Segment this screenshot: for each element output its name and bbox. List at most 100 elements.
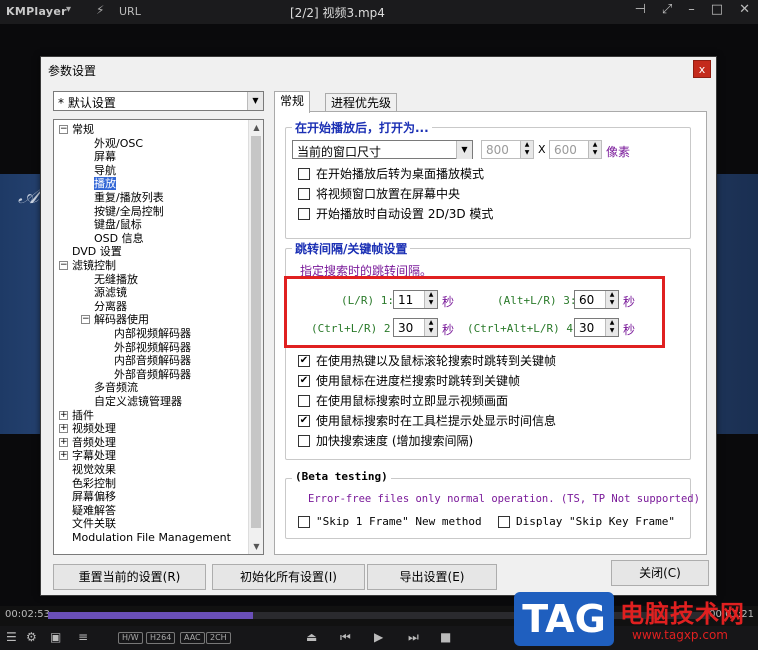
equalizer-icon[interactable]: ≡ bbox=[78, 630, 88, 644]
checkbox[interactable] bbox=[298, 395, 310, 407]
tree-item[interactable]: 外部视频解码器 bbox=[114, 341, 191, 354]
collapse-icon[interactable]: − bbox=[81, 315, 90, 325]
tree-item[interactable]: 外观/OSC bbox=[94, 137, 143, 150]
audio-codec-badge: AAC bbox=[180, 632, 205, 644]
url-button[interactable]: URL bbox=[119, 5, 141, 18]
scroll-up-icon[interactable]: ▲ bbox=[249, 120, 263, 135]
tree-item[interactable]: 导航 bbox=[94, 164, 116, 177]
settings-tree[interactable]: ▲ ▼ 常规 − 外观/OSC 屏幕 导航 播放 重复/播放列表 按键/全局控制 键盘/鼠标 OS… bbox=[53, 119, 264, 555]
pin-icon[interactable]: ⊣ bbox=[635, 2, 646, 17]
checkbox[interactable] bbox=[298, 435, 310, 447]
tree-item[interactable]: 滤镜控制 bbox=[72, 259, 116, 272]
highlight-box bbox=[284, 276, 665, 348]
menu-icon[interactable]: ☰ bbox=[6, 630, 17, 644]
dialog-titlebar[interactable]: 参数设置 x bbox=[41, 57, 716, 81]
checkbox[interactable] bbox=[498, 516, 510, 528]
previous-icon[interactable]: ⏮ bbox=[340, 630, 351, 645]
tree-item[interactable]: 多音频流 bbox=[94, 381, 138, 394]
tree-item[interactable]: 自定义滤镜管理器 bbox=[94, 395, 182, 408]
tree-item[interactable]: 屏幕 bbox=[94, 150, 116, 163]
player-title: [2/2] 视频3.mp4 bbox=[290, 6, 385, 20]
init-all-button[interactable]: 初始化所有设置(I) bbox=[212, 564, 365, 590]
scroll-down-icon[interactable]: ▼ bbox=[249, 539, 263, 554]
player-logo[interactable]: KMPlayer bbox=[6, 5, 67, 18]
tree-item[interactable]: 视频处理 bbox=[72, 422, 116, 435]
chevron-down-icon[interactable]: ▼ bbox=[247, 92, 263, 110]
tree-item[interactable]: 字幕处理 bbox=[72, 449, 116, 462]
tree-item[interactable]: 常规 bbox=[72, 123, 94, 136]
checkbox[interactable]: ✔ bbox=[298, 355, 310, 367]
height-spinner[interactable]: 600 ▲ ▼ bbox=[549, 140, 602, 159]
dialog-close-icon[interactable]: x bbox=[693, 60, 711, 78]
checkbox[interactable] bbox=[298, 188, 310, 200]
watermark-name: 电脑技术网 bbox=[620, 600, 745, 628]
export-settings-button[interactable]: 导出设置(E) bbox=[367, 564, 497, 590]
tree-item[interactable]: 源滤镜 bbox=[94, 286, 127, 299]
play-icon[interactable]: ▶ bbox=[374, 630, 383, 644]
playlist-icon[interactable]: ▣ bbox=[50, 630, 61, 644]
checkbox[interactable] bbox=[298, 516, 310, 528]
spin-arrows-icon[interactable]: ▲ ▼ bbox=[520, 141, 533, 158]
collapse-icon[interactable]: − bbox=[59, 125, 68, 134]
expand-icon[interactable]: + bbox=[59, 451, 68, 461]
tree-item[interactable]: Modulation File Management bbox=[72, 531, 231, 544]
tree-item[interactable]: 键盘/鼠标 bbox=[94, 218, 142, 231]
checkbox[interactable]: ✔ bbox=[298, 415, 310, 427]
checkbox[interactable]: ✔ bbox=[298, 375, 310, 387]
stop-icon[interactable]: ■ bbox=[440, 630, 451, 644]
tree-item[interactable]: 重复/播放列表 bbox=[94, 191, 164, 204]
fullscreen-icon[interactable]: ⤢ bbox=[662, 2, 672, 17]
tree-item[interactable]: 色彩控制 bbox=[72, 477, 116, 490]
tree-item[interactable]: 疑难解答 bbox=[72, 504, 116, 517]
player-titlebar: KMPlayer ▾ ⚡ URL [2/2] 视频3.mp4 ⊣ ⤢ – □ ✕ bbox=[0, 0, 758, 24]
tab-process-priority[interactable]: 进程优先级 bbox=[325, 93, 398, 113]
size-mode-value: 当前的窗口尺寸 bbox=[297, 145, 382, 159]
tree-item[interactable]: 文件关联 bbox=[72, 517, 116, 530]
seek-bar-fill bbox=[48, 612, 254, 619]
scroll-thumb[interactable] bbox=[251, 136, 261, 528]
pixel-unit-label: 像素 bbox=[606, 145, 631, 159]
maximize-icon[interactable]: □ bbox=[711, 2, 723, 17]
preset-select[interactable]: * 默认设置 ▼ bbox=[53, 91, 264, 111]
tree-item[interactable]: 插件 bbox=[72, 409, 94, 422]
seek-group-title: 跳转间隔/关键帧设置 bbox=[292, 240, 411, 257]
next-icon[interactable]: ⏭ bbox=[408, 630, 419, 645]
minimize-icon[interactable]: – bbox=[688, 2, 695, 17]
reset-current-button[interactable]: 重置当前的设置(R) bbox=[53, 564, 206, 590]
expand-icon[interactable]: + bbox=[59, 437, 68, 447]
tree-item[interactable]: 外部音频解码器 bbox=[114, 368, 191, 381]
tree-item[interactable]: 按键/全局控制 bbox=[94, 205, 164, 218]
times-label: X bbox=[538, 143, 546, 156]
hw-badge: H/W bbox=[118, 632, 143, 644]
expand-icon[interactable]: + bbox=[59, 424, 68, 434]
checkbox[interactable] bbox=[298, 168, 310, 180]
lightning-icon[interactable]: ⚡ bbox=[96, 3, 104, 17]
expand-icon[interactable]: + bbox=[59, 410, 68, 420]
spin-arrows-icon[interactable]: ▲ ▼ bbox=[588, 141, 601, 158]
size-mode-select[interactable]: 当前的窗口尺寸 ▼ bbox=[292, 140, 473, 159]
tree-item[interactable]: 音频处理 bbox=[72, 436, 116, 449]
tree-item[interactable]: 视觉效果 bbox=[72, 463, 116, 476]
chevron-down-icon[interactable]: ▼ bbox=[456, 141, 472, 159]
gear-icon[interactable]: ⚙ bbox=[26, 630, 37, 644]
width-spinner[interactable]: 800 ▲ ▼ bbox=[481, 140, 534, 159]
close-icon[interactable]: ✕ bbox=[739, 2, 750, 17]
tree-item[interactable]: DVD 设置 bbox=[72, 245, 122, 258]
close-button[interactable]: 关闭(C) bbox=[611, 560, 709, 586]
tree-item[interactable]: 内部视频解码器 bbox=[114, 327, 191, 340]
tree-item[interactable]: 无缝播放 bbox=[94, 273, 138, 286]
checkbox[interactable] bbox=[298, 208, 310, 220]
tree-item[interactable]: 分离器 bbox=[94, 300, 127, 313]
collapse-icon[interactable]: − bbox=[59, 261, 68, 270]
tree-item[interactable]: 内部音频解码器 bbox=[114, 354, 191, 367]
tree-item[interactable]: 屏幕偏移 bbox=[72, 490, 116, 503]
tab-general[interactable]: 常规 bbox=[274, 91, 311, 113]
width-value: 800 bbox=[486, 143, 509, 157]
tree-item[interactable]: 播放 bbox=[94, 177, 116, 191]
player-menu-arrow[interactable]: ▾ bbox=[66, 4, 71, 15]
tree-scrollbar[interactable]: ▲ ▼ bbox=[248, 120, 263, 554]
eject-icon[interactable]: ⏏ bbox=[306, 630, 317, 644]
tree-item[interactable]: 解码器使用 bbox=[94, 313, 149, 326]
beta-group: (Beta testing) bbox=[285, 470, 691, 539]
tree-item[interactable]: OSD 信息 bbox=[94, 232, 144, 245]
